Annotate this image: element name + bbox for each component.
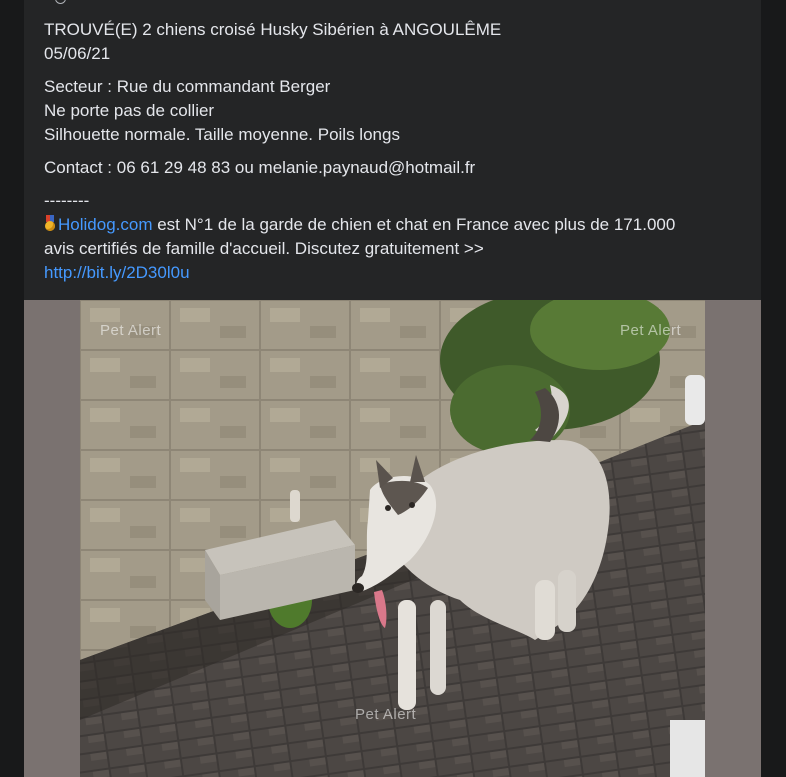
post-text: TROUVÉ(E) 2 chiens croisé Husky Sibérien… [44,18,744,285]
ad-text-1: est N°1 de la garde de chien et chat en … [152,215,676,234]
post-date: 05/06/21 [44,44,111,63]
dog-photo[interactable]: Pet Alert Pet Alert Pet Alert [80,300,705,777]
post-meta [44,0,66,5]
globe-icon[interactable] [55,0,66,4]
post-contact: Contact : 06 61 29 48 83 ou melanie.payn… [44,158,476,177]
watermark-top-right: Pet Alert [620,322,682,339]
post-title: TROUVÉ(E) 2 chiens croisé Husky Sibérien… [44,20,502,39]
watermark-bottom: Pet Alert [355,706,417,723]
post-secteur: Secteur : Rue du commandant Berger [44,77,331,96]
medal-icon [44,215,56,232]
holidog-link[interactable]: Holidog.com [58,215,153,234]
post-card: TROUVÉ(E) 2 chiens croisé Husky Sibérien… [24,0,761,777]
post-media[interactable]: Pet Alert Pet Alert Pet Alert [24,300,761,777]
short-link[interactable]: http://bit.ly/2D30l0u [44,263,190,282]
post-description: Silhouette normale. Taille moyenne. Poil… [44,125,400,144]
post-separator: -------- [44,191,90,210]
ad-text-2: avis certifiés de famille d'accueil. Dis… [44,239,484,258]
post-collier: Ne porte pas de collier [44,101,215,120]
watermark-top-left: Pet Alert [100,322,162,339]
post-ad-line: Holidog.com est N°1 de la garde de chien… [44,213,744,237]
page: TROUVÉ(E) 2 chiens croisé Husky Sibérien… [0,0,786,777]
